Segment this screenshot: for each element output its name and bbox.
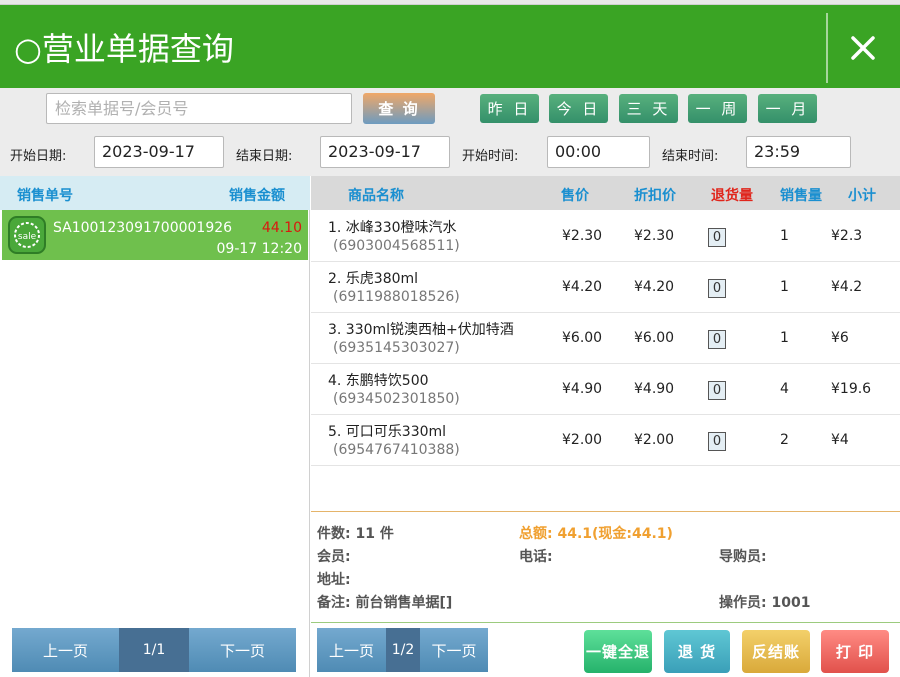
today-button[interactable]: 今 日 (549, 94, 608, 123)
one-month-button[interactable]: 一 月 (758, 94, 817, 123)
unsettle-button[interactable]: 反结账 (742, 630, 810, 673)
return-qty-input[interactable]: 0 (708, 432, 726, 451)
item-subtotal: ¥2.3 (831, 228, 863, 244)
item-price: ¥4.20 (562, 279, 603, 295)
item-barcode: (6935145303027) (333, 340, 460, 356)
item-barcode: (6903004568511) (333, 238, 460, 254)
end-date-field[interactable]: 2023-09-17 (320, 136, 450, 168)
total-amount: 总额: 44.1(现金:44.1) (519, 526, 673, 542)
title-divider (826, 13, 828, 83)
column-item-name: 商品名称 (348, 188, 404, 204)
phone-label: 电话: (519, 549, 553, 565)
start-time-field[interactable]: 00:00 (547, 136, 650, 168)
column-sale-qty: 销售量 (780, 188, 822, 204)
item-next-page-button[interactable]: 下一页 (420, 628, 488, 672)
item-pager: 上一页 1/2 下一页 (317, 628, 488, 672)
table-row[interactable]: 4. 东鹏特饮500 (6934502301850) ¥4.90 ¥4.90 0… (311, 364, 900, 415)
one-week-button[interactable]: 一 周 (688, 94, 747, 123)
table-row[interactable]: 5. 可口可乐330ml (6954767410388) ¥2.00 ¥2.00… (311, 415, 900, 466)
operator-text: 操作员: 1001 (719, 595, 811, 611)
item-name: 5. 可口可乐330ml (328, 424, 447, 440)
yesterday-button[interactable]: 昨 日 (480, 94, 539, 123)
item-price: ¥2.00 (562, 432, 603, 448)
refund-button[interactable]: 退 货 (664, 630, 730, 673)
order-next-page-button[interactable]: 下一页 (189, 628, 296, 672)
item-price: ¥2.30 (562, 228, 603, 244)
item-discount-price: ¥2.30 (634, 228, 675, 244)
order-number: SA100123091700001926 (53, 220, 233, 236)
sale-icon: sale (8, 216, 46, 254)
item-name: 4. 东鹏特饮500 (328, 373, 429, 389)
column-subtotal: 小计 (848, 188, 876, 204)
order-summary: 件数: 11 件 总额: 44.1(现金:44.1) 会员: 电话: 导购员: … (311, 511, 900, 623)
item-sale-qty: 4 (780, 381, 789, 397)
item-name: 3. 330ml锐澳西柚+伏加特酒 (328, 322, 514, 338)
item-subtotal: ¥4 (831, 432, 849, 448)
return-qty-input[interactable]: 0 (708, 330, 726, 349)
title-bar: ○营业单据查询 (0, 5, 900, 88)
column-price: 售价 (561, 188, 589, 204)
sales-guide-label: 导购员: (719, 549, 767, 565)
column-discount-price: 折扣价 (634, 188, 676, 204)
item-sale-qty: 1 (780, 228, 789, 244)
end-date-label: 结束日期: (236, 149, 293, 164)
order-time: 09-17 12:20 (216, 241, 302, 257)
order-list-header: 销售单号 销售金额 (0, 176, 310, 210)
end-time-label: 结束时间: (662, 149, 719, 164)
table-row[interactable]: 2. 乐虎380ml (6911988018526) ¥4.20 ¥4.20 0… (311, 262, 900, 313)
item-discount-price: ¥4.90 (634, 381, 675, 397)
item-barcode: (6954767410388) (333, 442, 460, 458)
order-prev-page-button[interactable]: 上一页 (12, 628, 119, 672)
item-discount-price: ¥2.00 (634, 432, 675, 448)
order-page-indicator: 1/1 (119, 628, 189, 672)
item-price: ¥4.90 (562, 381, 603, 397)
start-date-label: 开始日期: (10, 149, 67, 164)
order-amount: 44.10 (261, 220, 302, 236)
item-name: 1. 冰峰330橙味汽水 (328, 220, 457, 236)
end-time-field[interactable]: 23:59 (746, 136, 851, 168)
table-row[interactable]: 1. 冰峰330橙味汽水 (6903004568511) ¥2.30 ¥2.30… (311, 211, 900, 262)
order-list-panel: 销售单号 销售金额 sale SA100123091700001926 44.1… (0, 176, 310, 677)
member-label: 会员: (317, 549, 351, 565)
detail-header: 商品名称 售价 折扣价 退货量 销售量 小计 (311, 176, 900, 210)
start-time-label: 开始时间: (462, 149, 519, 164)
window-title: ○营业单据查询 (14, 30, 234, 68)
item-prev-page-button[interactable]: 上一页 (317, 628, 386, 672)
item-sale-qty: 1 (780, 279, 789, 295)
search-input[interactable] (46, 93, 352, 124)
return-qty-input[interactable]: 0 (708, 279, 726, 298)
order-row[interactable]: sale SA100123091700001926 44.10 09-17 12… (2, 210, 308, 260)
item-sale-qty: 1 (780, 330, 789, 346)
address-label: 地址: (317, 572, 351, 588)
item-subtotal: ¥19.6 (831, 381, 872, 397)
item-discount-price: ¥6.00 (634, 330, 675, 346)
column-return-qty: 退货量 (711, 188, 753, 204)
item-name: 2. 乐虎380ml (328, 271, 419, 287)
column-order-no: 销售单号 (17, 188, 73, 204)
item-price: ¥6.00 (562, 330, 603, 346)
close-button[interactable] (833, 10, 893, 86)
table-row[interactable]: 3. 330ml锐澳西柚+伏加特酒 (6935145303027) ¥6.00 … (311, 313, 900, 364)
return-qty-input[interactable]: 0 (708, 381, 726, 400)
refund-all-button[interactable]: 一键全退 (584, 630, 652, 673)
filter-bar: 查 询 昨 日 今 日 三 天 一 周 一 月 开始日期: 2023-09-17… (0, 88, 900, 176)
item-subtotal: ¥6 (831, 330, 849, 346)
remark-text: 备注: 前台销售单据[] (317, 595, 453, 611)
item-barcode: (6934502301850) (333, 391, 460, 407)
item-count: 件数: 11 件 (317, 526, 394, 542)
three-days-button[interactable]: 三 天 (619, 94, 678, 123)
start-date-field[interactable]: 2023-09-17 (94, 136, 224, 168)
item-subtotal: ¥4.2 (831, 279, 863, 295)
item-discount-price: ¥4.20 (634, 279, 675, 295)
return-qty-input[interactable]: 0 (708, 228, 726, 247)
item-barcode: (6911988018526) (333, 289, 460, 305)
order-pager: 上一页 1/1 下一页 (12, 628, 296, 672)
item-page-indicator: 1/2 (386, 628, 420, 672)
print-button[interactable]: 打 印 (821, 630, 889, 673)
sale-icon-text: sale (18, 232, 37, 242)
query-button[interactable]: 查 询 (363, 93, 435, 124)
column-order-amount: 销售金额 (229, 188, 285, 204)
close-icon (851, 36, 875, 60)
item-sale-qty: 2 (780, 432, 789, 448)
